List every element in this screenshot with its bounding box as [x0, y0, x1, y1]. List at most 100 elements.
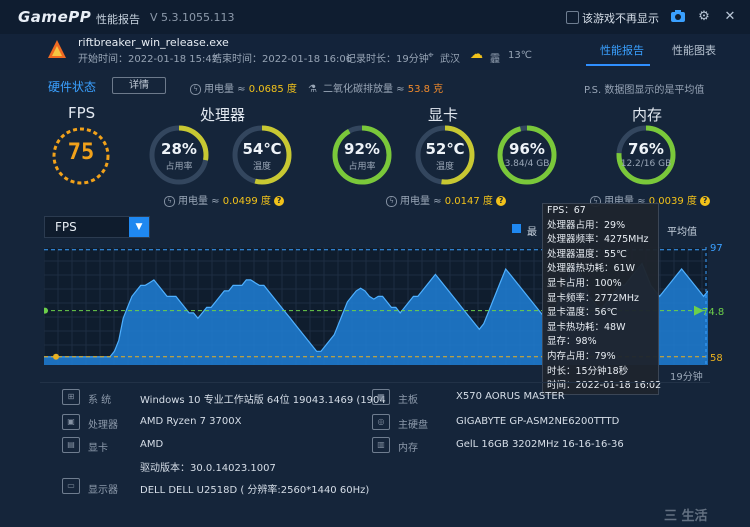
os-value: Windows 10 专业工作站版 64位 19043.1469 (1904 — [140, 395, 386, 406]
camera-icon[interactable] — [670, 9, 686, 25]
average-note: P.S. 数据图显示的是平均值 — [584, 85, 705, 96]
y-tick-min: 58 — [710, 353, 723, 364]
chevron-down-icon[interactable]: ▼ — [129, 217, 149, 237]
gpu-usage-caption: 占用率 — [348, 162, 376, 172]
help-icon[interactable]: ? — [700, 196, 711, 206]
divider — [40, 382, 710, 383]
tooltip-line: 处理器占用：29% — [547, 219, 626, 231]
game-app-icon — [47, 39, 67, 63]
tooltip-line: 处理器频率：4275MHz — [547, 234, 649, 246]
memory-usage-caption: 12.2/16 GB — [620, 159, 672, 169]
hide-in-game-checkbox[interactable] — [566, 11, 579, 24]
gpu-temp-gauge: 52℃ 温度 — [414, 124, 476, 186]
tooltip-line: 处理器热功耗：61W — [547, 263, 635, 275]
gpu-label: 显卡 — [428, 106, 459, 124]
weather-icon: ☁ — [470, 47, 483, 62]
cpu-chip-icon: ▣ — [62, 414, 80, 430]
gpu-temp-value: 52℃ — [425, 140, 465, 158]
monitor-icon: ▭ — [62, 478, 80, 494]
cpu-info-value: AMD Ryzen 7 3700X — [140, 416, 242, 427]
watermark: 三 生活 — [664, 509, 708, 524]
monitor-info-value: DELL DELL U2518D ( 分辨率:2560*1440 60Hz) — [140, 485, 370, 496]
co2-emission: ⚗ 二氧化碳排放量 ≈ 53.8 克 — [308, 84, 444, 95]
active-tab-indicator — [586, 64, 650, 66]
memory-label: 内存 — [632, 106, 663, 124]
end-time: 结束时间：2022-01-18 16:06 — [212, 54, 353, 65]
motherboard-icon: ▦ — [372, 389, 390, 405]
board-info-value: X570 AORUS MASTER — [456, 391, 565, 402]
start-time: 开始时间：2022-01-18 15:47 — [78, 54, 219, 65]
y-tick-avg: 74.8 — [702, 307, 725, 318]
cpu-temp-caption: 温度 — [252, 162, 271, 172]
weather: 霾 — [490, 54, 500, 65]
power-icon: ϟ — [386, 195, 397, 207]
hardware-status-title: 硬件状态 — [48, 80, 97, 94]
x-axis-duration-label: 19分钟 — [670, 372, 703, 383]
gpu-vram-caption: 3.84/4 GB — [504, 159, 550, 169]
cpu-info-label: 处理器 — [88, 420, 118, 431]
gpu-usage-value: 92% — [344, 140, 380, 158]
record-duration: 记录时长：19分钟 — [346, 54, 429, 65]
disk-info-value: GIGABYTE GP-ASM2NE6200TTTD — [456, 416, 620, 427]
gpu-power: ϟ 用电量 ≈ 0.0147 度 ? — [386, 192, 507, 207]
disk-icon: ◎ — [372, 414, 390, 430]
gpu-vram-value: 96% — [509, 140, 545, 158]
tooltip-line: 内存占用：79% — [547, 350, 616, 362]
tooltip-line: 时长：15分钟18秒 — [547, 365, 629, 377]
disk-info-label: 主硬盘 — [398, 420, 428, 431]
fps-value: 75 — [67, 140, 95, 165]
cpu-usage-value: 28% — [161, 140, 197, 158]
flask-icon: ⚗ — [308, 84, 317, 95]
gpu-info-value: AMD — [140, 439, 164, 450]
fps-label: FPS — [68, 104, 96, 122]
legend-avg-label: 平均值 — [667, 227, 697, 238]
cpu-temp-value: 54℃ — [242, 140, 282, 158]
title-bar: GamePP 性能报告 V 5.3.1055.113 该游戏不再显示 ⚙ ✕ — [0, 0, 750, 34]
memory-usage-value: 76% — [628, 140, 664, 158]
help-icon[interactable]: ? — [496, 196, 507, 206]
board-info-label: 主板 — [398, 395, 418, 406]
location: 武汉 — [440, 54, 460, 65]
app-version: V 5.3.1055.113 — [150, 11, 235, 24]
close-icon[interactable]: ✕ — [722, 9, 738, 25]
gpu-vram-gauge: 96% 3.84/4 GB — [496, 124, 558, 186]
memory-stick-icon: ▥ — [372, 437, 390, 453]
graphics-card-icon: ▤ — [62, 437, 80, 453]
performance-report-window: GamePP 性能报告 V 5.3.1055.113 该游戏不再显示 ⚙ ✕ r… — [0, 0, 750, 527]
settings-gear-icon[interactable]: ⚙ — [696, 9, 712, 25]
gpu-temp-caption: 温度 — [435, 162, 454, 172]
chart-tooltip: FPS：67 处理器占用：29% 处理器频率：4275MHz 处理器温度：55℃… — [542, 203, 661, 395]
min-marker — [53, 353, 59, 360]
os-label: 系 统 — [88, 395, 112, 406]
power-icon: ϟ — [190, 83, 201, 95]
tab-performance-chart[interactable]: 性能图表 — [672, 42, 716, 58]
y-tick-max: 97 — [710, 243, 723, 254]
power-icon: ϟ — [164, 195, 175, 207]
tooltip-line: 显卡频率：2772MHz — [547, 292, 640, 304]
detail-button[interactable]: 详情 — [112, 77, 166, 94]
windows-icon: ⊞ — [62, 389, 80, 405]
cpu-temp-gauge: 54℃ 温度 — [231, 124, 293, 186]
help-icon[interactable]: ? — [274, 196, 285, 206]
tooltip-line: 显卡热功耗：48W — [547, 321, 626, 333]
cpu-usage-gauge: 28% 占用率 — [148, 124, 210, 186]
gpu-info-label: 显卡 — [88, 443, 108, 454]
legend-max-label: 最 — [527, 227, 537, 238]
tab-performance-report[interactable]: 性能报告 — [600, 42, 644, 58]
mem-info-value: GelL 16GB 3202MHz 16-16-16-36 — [456, 439, 624, 450]
tooltip-line: 处理器温度：55℃ — [547, 248, 627, 260]
window-title: 性能报告 — [96, 13, 140, 26]
metric-selector[interactable]: FPS ▼ — [44, 216, 150, 238]
location-pin-icon: ⌖ — [428, 50, 434, 61]
tooltip-line: 显卡温度：56℃ — [547, 307, 618, 319]
metric-selector-value: FPS — [55, 220, 77, 234]
tooltip-line: 显存：98% — [547, 336, 597, 348]
gpu-usage-gauge: 92% 占用率 — [331, 124, 393, 186]
tooltip-line: 显卡占用：100% — [547, 277, 622, 289]
mem-info-label: 内存 — [398, 443, 418, 454]
fps-gauge: 75 — [51, 126, 111, 186]
monitor-info-label: 显示器 — [88, 485, 118, 496]
tooltip-line: FPS：67 — [547, 205, 586, 216]
memory-usage-gauge: 76% 12.2/16 GB — [615, 124, 677, 186]
legend-max-swatch — [512, 224, 521, 233]
